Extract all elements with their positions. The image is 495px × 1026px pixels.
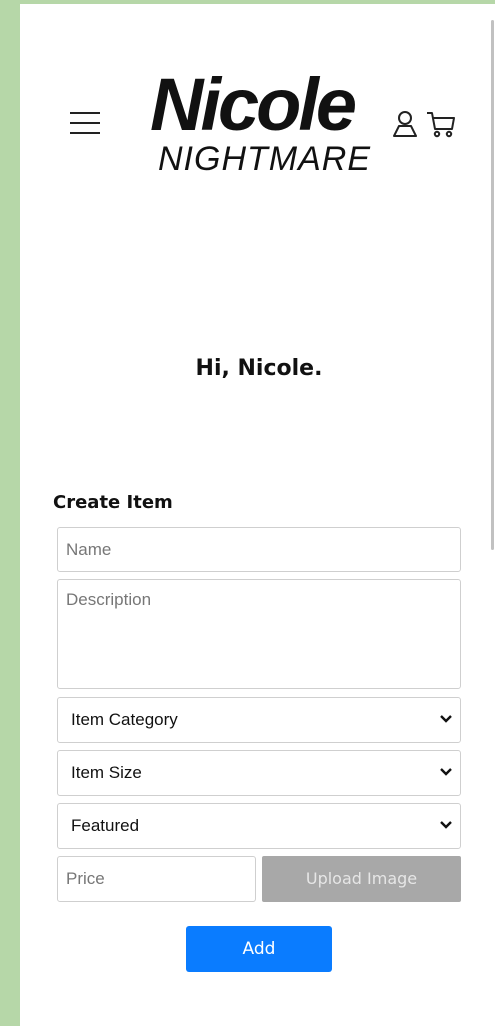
featured-select[interactable]: Featured <box>57 803 461 849</box>
featured-value: Featured <box>71 816 140 835</box>
item-category-value: Item Category <box>71 710 178 729</box>
item-size-value: Item Size <box>71 763 142 782</box>
scrollbar-thumb[interactable] <box>491 20 494 550</box>
logo[interactable]: Nicole NIGHTMARE <box>148 68 371 182</box>
user-icon[interactable] <box>392 110 418 138</box>
add-button[interactable]: Add <box>186 926 332 972</box>
item-size-select[interactable]: Item Size <box>57 750 461 796</box>
chevron-down-icon <box>440 821 452 829</box>
price-input[interactable] <box>57 856 256 902</box>
create-item-title: Create Item <box>53 492 173 513</box>
logo-main-text: Nicole <box>150 63 357 146</box>
chevron-down-icon <box>440 768 452 776</box>
scrollbar[interactable] <box>490 4 495 1026</box>
upload-image-button[interactable]: Upload Image <box>262 856 461 902</box>
item-category-select[interactable]: Item Category <box>57 697 461 743</box>
logo-sub-text: NIGHTMARE <box>158 140 371 178</box>
greeting-heading: Hi, Nicole. <box>195 356 323 381</box>
chevron-down-icon <box>440 715 452 723</box>
description-textarea[interactable] <box>57 579 461 689</box>
hamburger-menu-icon[interactable] <box>70 112 100 134</box>
page: Nicole NIGHTMARE Hi, Nicole. Create Item… <box>20 4 490 1026</box>
cart-icon[interactable] <box>426 110 456 138</box>
name-input[interactable] <box>57 527 461 572</box>
